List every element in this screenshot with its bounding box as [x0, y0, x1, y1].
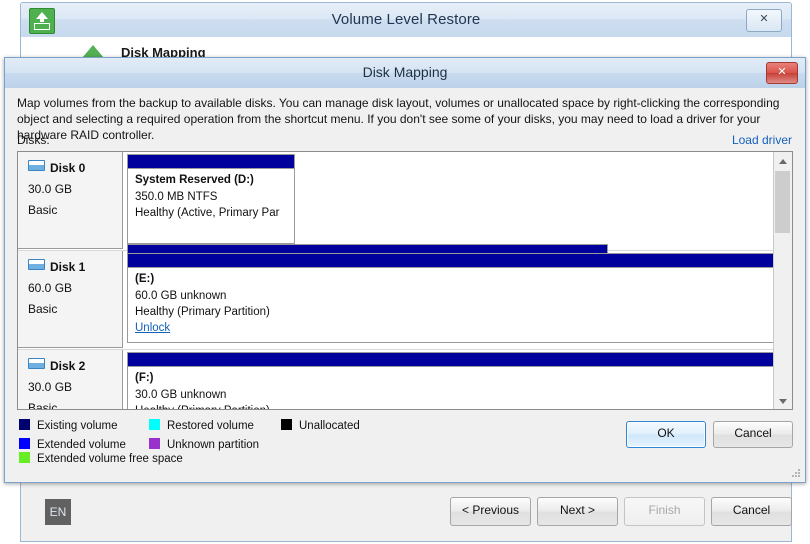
legend-label: Restored volume [167, 420, 254, 432]
disk-name-label: Disk 1 [50, 260, 86, 274]
legend-swatch [19, 452, 30, 463]
disk-row[interactable]: Disk 1 60.0 GB Basic (E:) 60.0 GB unknown Hea… [18, 251, 774, 350]
wizard-footer: EN < Previous Next > Finish Cancel [21, 482, 792, 541]
legend-item: Unallocated [281, 418, 360, 432]
volume-size: 30.0 GB unknown [135, 389, 227, 401]
legend-label: Unknown partition [167, 439, 260, 451]
volume-title: System Reserved (D:) [135, 174, 254, 186]
disk-info-1[interactable]: Disk 1 60.0 GB Basic [18, 251, 123, 348]
dialog-titlebar: Disk Mapping ✕ [5, 58, 805, 89]
previous-button[interactable]: < Previous [450, 497, 531, 526]
legend-swatch [19, 438, 30, 449]
legend-item: Unknown partition [149, 437, 281, 451]
wizard-cancel-button[interactable]: Cancel [711, 497, 792, 526]
disk-capacity: 30.0 GB [28, 380, 73, 394]
disk-type: Basic [28, 302, 58, 316]
volume-box[interactable]: System Reserved (D:) 350.0 MB NTFS Healthy… [127, 154, 295, 244]
volume-color-bar [128, 155, 294, 169]
legend-label: Existing volume [37, 420, 118, 432]
disk-name-label: Disk 0 [50, 161, 86, 175]
dialog-title: Disk Mapping [362, 64, 448, 80]
disks-label: Disks: [17, 133, 50, 147]
disk-mapping-dialog: Disk Mapping ✕ Map volumes from the back… [4, 57, 806, 483]
vertical-scrollbar[interactable] [773, 152, 792, 409]
disk-drive-icon [28, 358, 45, 369]
volume-status: Healthy (Primary Partition) [135, 405, 773, 409]
disk-capacity: 30.0 GB [28, 182, 73, 196]
legend-label: Extended volume [37, 439, 126, 451]
legend-label: Unallocated [299, 420, 360, 432]
volume-color-bar [128, 254, 774, 268]
volume-color-bar [128, 353, 774, 367]
resize-grip[interactable] [792, 469, 802, 479]
chevron-down-icon[interactable] [774, 392, 791, 409]
legend-swatch [19, 419, 30, 430]
load-driver-link[interactable]: Load driver [732, 133, 792, 147]
disk-type: Basic [28, 203, 58, 217]
volume-area: (F:) 30.0 GB unknown Healthy (Primary Part… [124, 350, 774, 409]
background-window-titlebar: Volume Level Restore ✕ [21, 3, 791, 38]
legend-swatch [149, 438, 160, 449]
scrollbar-thumb[interactable] [775, 171, 790, 233]
volume-status: Healthy (Active, Primary Par [135, 207, 280, 219]
cancel-button[interactable]: Cancel [713, 421, 793, 448]
volume-status: Healthy (Primary Partition) [135, 306, 270, 318]
chevron-up-icon[interactable] [774, 152, 791, 169]
volume-area: System Reserved (D:) 350.0 MB NTFS Healthy… [124, 152, 774, 334]
background-window-title: Volume Level Restore [331, 11, 481, 28]
finish-button: Finish [624, 497, 705, 526]
volume-title: (F:) [135, 372, 154, 384]
close-icon[interactable]: ✕ [766, 62, 798, 84]
legend-item: Existing volume [19, 418, 149, 432]
volume-area: (E:) 60.0 GB unknown Healthy (Primary Part… [124, 251, 774, 349]
legend-row: Extended volume Unknown partition Extended… [19, 437, 439, 465]
disk-type: Basic [28, 401, 58, 409]
legend-item: Extended volume [19, 437, 149, 451]
legend-swatch [149, 419, 160, 430]
disk-name: Disk 2 [28, 358, 122, 373]
legend-row: Existing volume Restored volume Unallocate… [19, 418, 439, 437]
ok-button[interactable]: OK [626, 421, 706, 448]
volume-size: 350.0 MB NTFS [135, 191, 218, 203]
unlock-link[interactable]: Unlock [135, 322, 773, 334]
disk-info-2[interactable]: Disk 2 30.0 GB Basic [18, 350, 123, 409]
disk-name: Disk 1 [28, 259, 122, 274]
legend-item: Extended volume free space [19, 451, 183, 465]
legend-swatch [281, 419, 292, 430]
dialog-description: Map volumes from the backup to available… [17, 96, 780, 142]
dialog-body: Map volumes from the backup to available… [5, 88, 805, 482]
volume-box[interactable]: (E:) 60.0 GB unknown Healthy (Primary Part… [127, 253, 774, 343]
disk-drive-icon [28, 160, 45, 171]
disk-list: Disk 0 30.0 GB Basic System Reserved (D:) 35… [17, 151, 793, 410]
legend: Existing volume Restored volume Unallocate… [19, 418, 439, 465]
disk-name-label: Disk 2 [50, 359, 86, 373]
volume-size: 60.0 GB unknown [135, 290, 227, 302]
disk-rows-container: Disk 0 30.0 GB Basic System Reserved (D:) 35… [18, 152, 774, 409]
disk-capacity: 60.0 GB [28, 281, 73, 295]
next-button[interactable]: Next > [537, 497, 618, 526]
disk-info-0[interactable]: Disk 0 30.0 GB Basic [18, 152, 123, 249]
legend-item: Restored volume [149, 418, 281, 432]
volume-box[interactable]: (F:) 30.0 GB unknown Healthy (Primary Part… [127, 352, 774, 409]
legend-label: Extended volume free space [37, 453, 183, 465]
disk-drive-icon [28, 259, 45, 270]
close-icon[interactable]: ✕ [746, 9, 782, 32]
disk-row[interactable]: Disk 2 30.0 GB Basic (F:) 30.0 GB unknown Hea… [18, 350, 774, 409]
volume-title: (E:) [135, 273, 155, 285]
language-badge[interactable]: EN [45, 499, 71, 525]
disk-row[interactable]: Disk 0 30.0 GB Basic System Reserved (D:) 35… [18, 152, 774, 334]
disk-name: Disk 0 [28, 160, 122, 175]
